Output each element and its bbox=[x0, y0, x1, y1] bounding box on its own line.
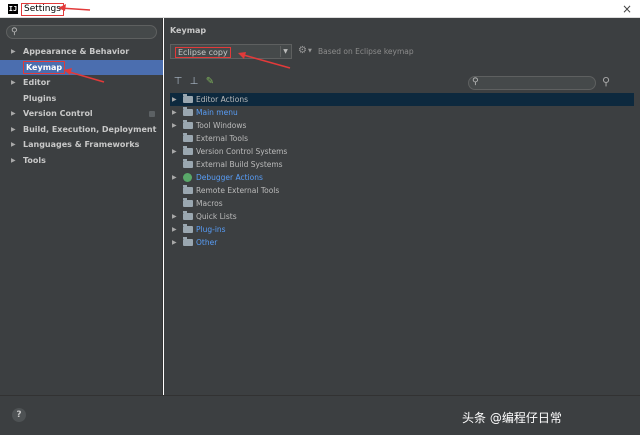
folder-icon bbox=[183, 211, 193, 220]
tree-row-label: External Build Systems bbox=[196, 160, 283, 169]
tree-row-external-build-systems[interactable]: External Build Systems bbox=[170, 158, 634, 171]
folder-icon bbox=[183, 94, 193, 103]
expand-arrow-icon[interactable]: ▶ bbox=[11, 106, 16, 122]
settings-tree: ▶ Appearance & Behavior Keymap ▶ Editor … bbox=[0, 44, 163, 168]
sidebar-item-version-control[interactable]: ▶ Version Control bbox=[0, 106, 163, 122]
tree-row-tool-windows[interactable]: ▶ Tool Windows bbox=[170, 119, 634, 132]
folder-icon bbox=[183, 146, 193, 155]
help-button[interactable]: ? bbox=[12, 408, 26, 422]
expand-arrow-icon[interactable]: ▶ bbox=[172, 119, 177, 132]
find-by-shortcut-icon[interactable]: ⚲ bbox=[602, 75, 610, 88]
expand-arrow-icon[interactable]: ▶ bbox=[11, 153, 16, 169]
keymap-panel: Keymap Eclipse copy ▼ ⚙ ▼ Based on Eclip… bbox=[164, 18, 640, 395]
tree-row-main-menu[interactable]: ▶ Main menu bbox=[170, 106, 634, 119]
sidebar-item-label: Appearance & Behavior bbox=[23, 47, 130, 56]
sidebar-item-label: Version Control bbox=[23, 109, 93, 118]
expand-arrow-icon[interactable]: ▶ bbox=[172, 93, 177, 106]
tree-row-version-control-systems[interactable]: ▶ Version Control Systems bbox=[170, 145, 634, 158]
expand-all-icon[interactable]: ⊤ bbox=[172, 76, 184, 88]
sidebar-item-tools[interactable]: ▶ Tools bbox=[0, 153, 163, 169]
expand-arrow-icon[interactable]: ▶ bbox=[11, 75, 16, 91]
tree-row-label: Plug-ins bbox=[196, 225, 226, 234]
tree-row-label: Tool Windows bbox=[196, 121, 247, 130]
intellij-logo-icon: IJ bbox=[8, 4, 18, 14]
gear-icon[interactable]: ⚙ bbox=[298, 45, 307, 56]
tree-row-external-tools[interactable]: External Tools bbox=[170, 132, 634, 145]
tree-row-label: Macros bbox=[196, 199, 223, 208]
watermark: 头条 @编程仔日常 bbox=[462, 411, 562, 425]
title-bar: IJ Settings × bbox=[0, 0, 640, 18]
folder-icon bbox=[183, 159, 193, 168]
sidebar-item-label: Editor bbox=[23, 78, 51, 87]
expand-arrow-icon[interactable]: ▶ bbox=[172, 171, 177, 184]
expand-arrow-icon[interactable]: ▶ bbox=[172, 106, 177, 119]
tree-row-plug-ins[interactable]: ▶ Plug-ins bbox=[170, 223, 634, 236]
keymap-select-value: Eclipse copy bbox=[175, 47, 231, 58]
chevron-down-icon[interactable]: ▼ bbox=[280, 46, 290, 57]
collapse-all-icon[interactable]: ⊥ bbox=[188, 76, 200, 88]
settings-sidebar: ⚲ ▶ Appearance & Behavior Keymap ▶ Edito… bbox=[0, 18, 163, 395]
debug-icon bbox=[183, 173, 192, 182]
folder-icon bbox=[183, 185, 193, 194]
dialog-footer: ? 头条 @编程仔日常 bbox=[0, 395, 640, 435]
expand-arrow-icon[interactable]: ▶ bbox=[11, 122, 16, 138]
sidebar-item-plugins[interactable]: Plugins bbox=[0, 91, 163, 107]
tree-row-debugger-actions[interactable]: ▶ Debugger Actions bbox=[170, 171, 634, 184]
tree-row-label: Editor Actions bbox=[196, 95, 248, 104]
folder-icon bbox=[183, 224, 193, 233]
folder-icon bbox=[183, 120, 193, 129]
tree-row-quick-lists[interactable]: ▶ Quick Lists bbox=[170, 210, 634, 223]
tree-row-label: Quick Lists bbox=[196, 212, 237, 221]
keymap-select[interactable]: Eclipse copy ▼ bbox=[170, 44, 292, 59]
settings-search-input[interactable]: ⚲ bbox=[6, 25, 157, 39]
project-level-icon bbox=[149, 111, 155, 117]
expand-arrow-icon[interactable]: ▶ bbox=[172, 236, 177, 249]
expand-arrow-icon[interactable]: ▶ bbox=[11, 44, 16, 60]
chevron-down-icon[interactable]: ▼ bbox=[308, 48, 312, 54]
action-tree: ▶ Editor Actions ▶ Main menu ▶ Tool Wind… bbox=[170, 93, 634, 249]
tree-row-remote-external-tools[interactable]: Remote External Tools bbox=[170, 184, 634, 197]
tree-row-label: Remote External Tools bbox=[196, 186, 280, 195]
sidebar-item-languages-frameworks[interactable]: ▶ Languages & Frameworks bbox=[0, 137, 163, 153]
page-title: Keymap bbox=[170, 26, 207, 35]
action-filter-input[interactable]: ⚲ bbox=[468, 76, 596, 90]
folder-icon bbox=[183, 133, 193, 142]
tree-row-editor-actions[interactable]: ▶ Editor Actions bbox=[170, 93, 634, 106]
close-window-button[interactable]: × bbox=[620, 2, 634, 16]
tree-row-label: Version Control Systems bbox=[196, 147, 288, 156]
sidebar-item-build-execution-deployment[interactable]: ▶ Build, Execution, Deployment bbox=[0, 122, 163, 138]
tree-row-other[interactable]: ▶ Other bbox=[170, 236, 634, 249]
expand-arrow-icon[interactable]: ▶ bbox=[172, 145, 177, 158]
folder-icon bbox=[183, 237, 193, 246]
expand-arrow-icon[interactable]: ▶ bbox=[172, 210, 177, 223]
tree-row-label: External Tools bbox=[196, 134, 248, 143]
sidebar-item-label: Languages & Frameworks bbox=[23, 140, 140, 149]
tree-row-label: Debugger Actions bbox=[196, 173, 263, 182]
folder-icon bbox=[183, 107, 193, 116]
expand-arrow-icon[interactable]: ▶ bbox=[11, 137, 16, 153]
sidebar-item-label: Build, Execution, Deployment bbox=[23, 124, 157, 134]
window-title: Settings bbox=[21, 3, 64, 16]
search-icon: ⚲ bbox=[11, 27, 18, 37]
sidebar-item-keymap[interactable]: Keymap bbox=[0, 59, 163, 75]
sidebar-item-label: Keymap bbox=[23, 60, 66, 74]
search-icon: ⚲ bbox=[472, 77, 479, 87]
based-on-text: Based on Eclipse keymap bbox=[318, 47, 414, 56]
tree-row-label: Other bbox=[196, 238, 218, 247]
edit-shortcut-icon[interactable]: ✎ bbox=[204, 76, 216, 88]
tree-row-macros[interactable]: Macros bbox=[170, 197, 634, 210]
expand-arrow-icon[interactable]: ▶ bbox=[172, 223, 177, 236]
sidebar-item-label: Tools bbox=[23, 155, 46, 165]
sidebar-item-label: Plugins bbox=[23, 93, 57, 103]
tree-row-label: Main menu bbox=[196, 108, 238, 117]
sidebar-item-editor[interactable]: ▶ Editor bbox=[0, 75, 163, 91]
sidebar-item-appearance-behavior[interactable]: ▶ Appearance & Behavior bbox=[0, 44, 163, 60]
folder-icon bbox=[183, 198, 193, 207]
